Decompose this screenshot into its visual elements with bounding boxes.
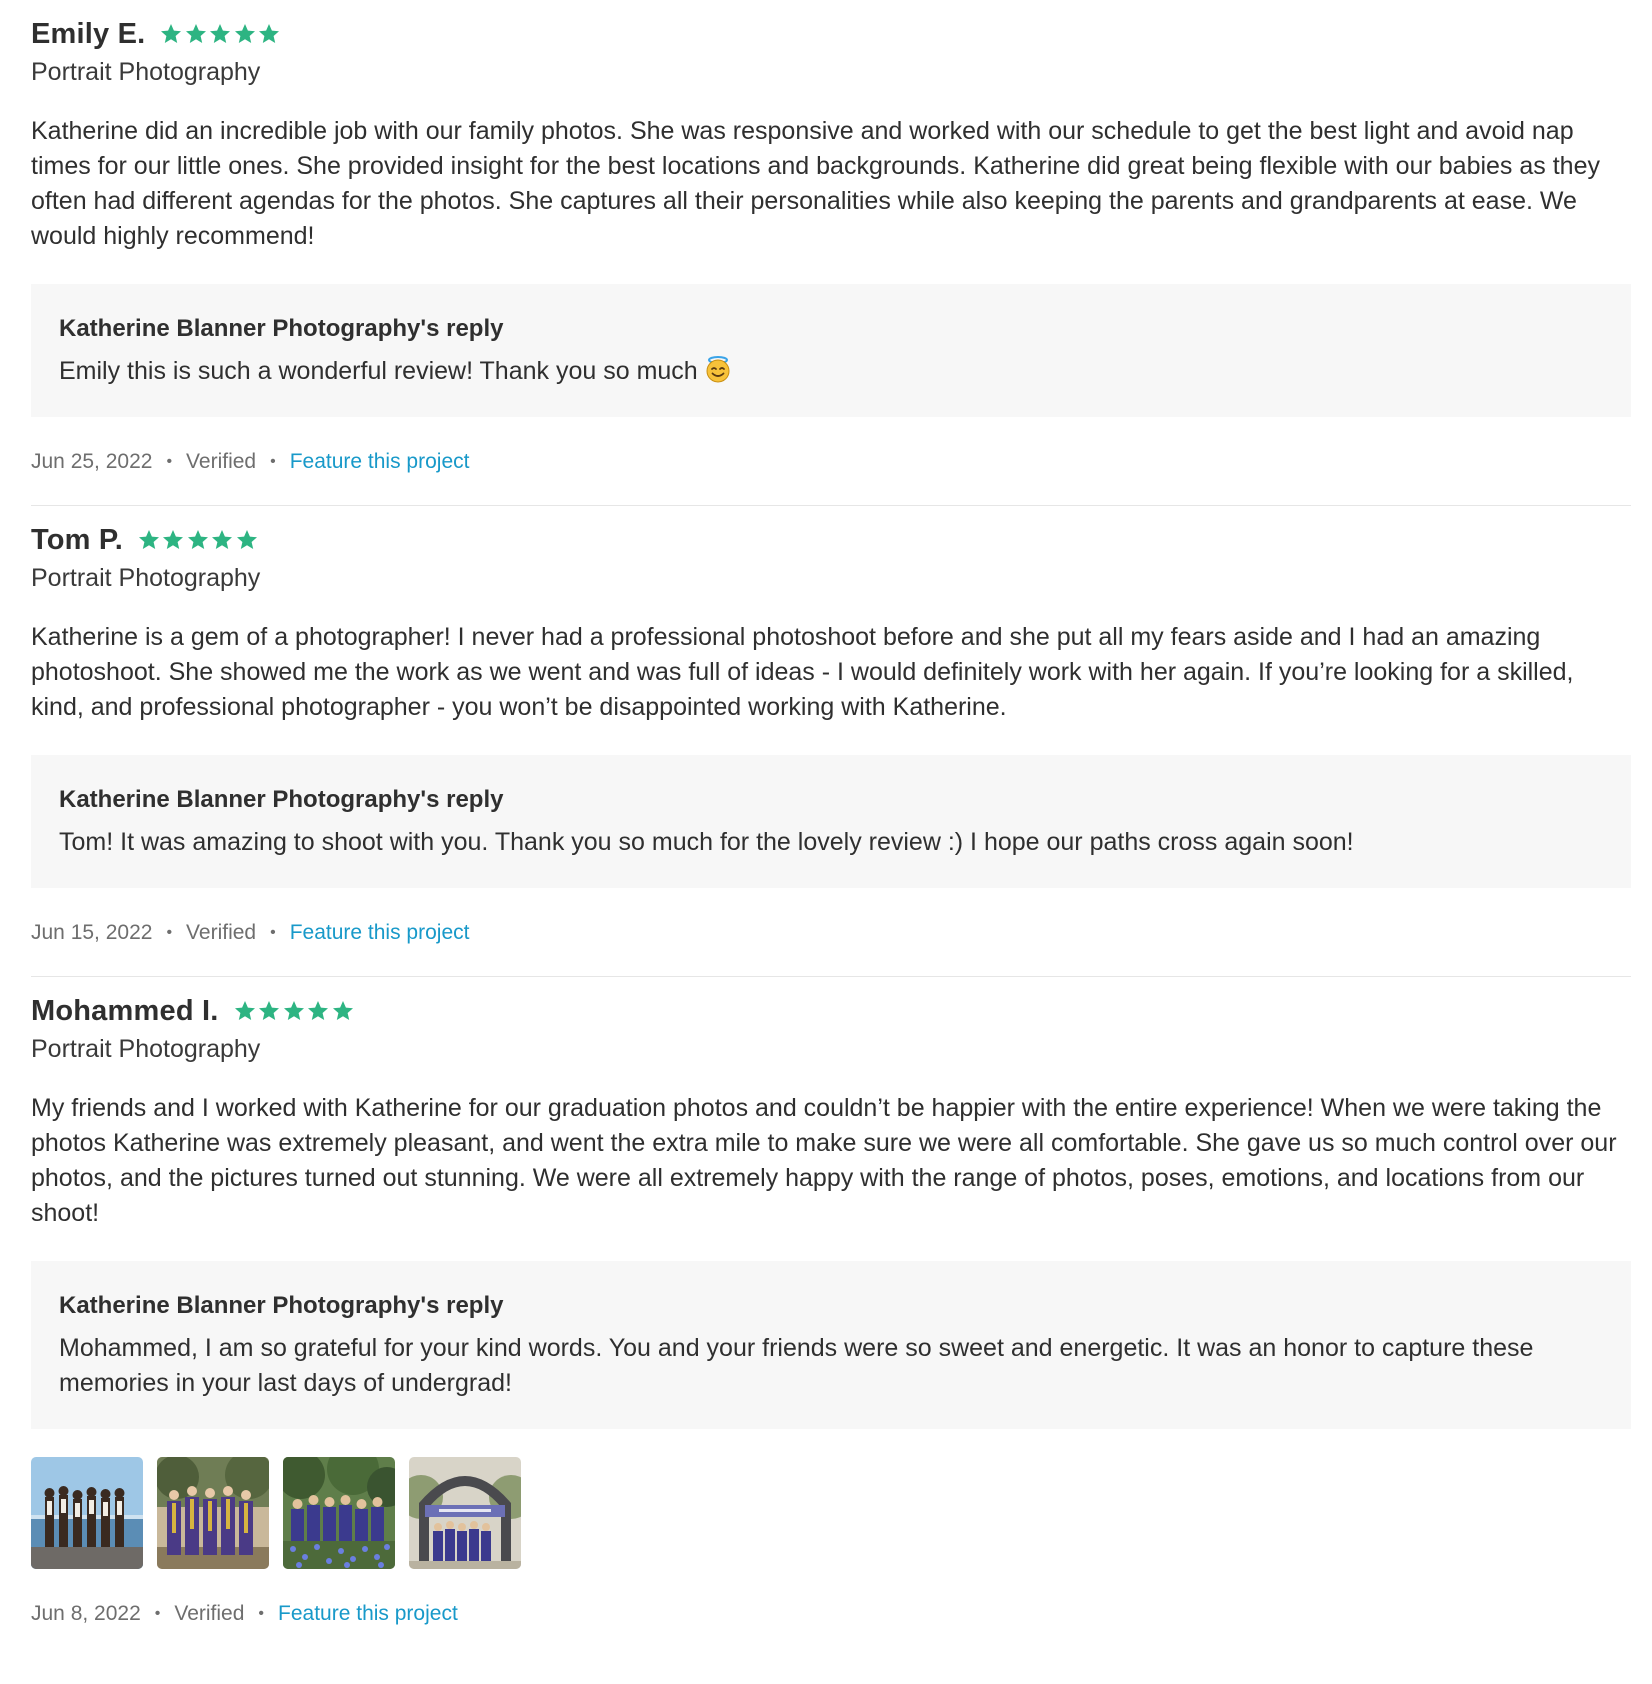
star-icon (331, 999, 355, 1023)
review-photos (31, 1457, 1631, 1569)
reviewer-name: Emily E. (31, 17, 146, 50)
separator-dot: • (166, 453, 173, 470)
star-icon (233, 999, 257, 1023)
review-text: Katherine is a gem of a photographer! I … (31, 623, 1574, 721)
review-date: Jun 15, 2022 (31, 921, 153, 944)
reply-title: Katherine Blanner Photography's reply (59, 315, 504, 342)
star-icon (257, 999, 281, 1023)
feature-project-link[interactable]: Feature this project (290, 921, 470, 945)
star-icon (137, 528, 161, 552)
group-by-lake-photo[interactable] (31, 1457, 143, 1569)
reply-title: Katherine Blanner Photography's reply (59, 1292, 504, 1319)
star-icon (306, 999, 330, 1023)
star-icon (257, 22, 281, 46)
reviews-list: Emily E. Portrait Photography Katherine … (31, 0, 1631, 1657)
separator-dot: • (270, 924, 276, 941)
verified-label: Verified (186, 921, 257, 944)
reviewer-name: Tom P. (31, 523, 123, 556)
star-icon (233, 22, 257, 46)
review-header: Emily E. (31, 16, 1631, 52)
star-icon (186, 528, 210, 552)
review-header: Tom P. (31, 522, 1631, 558)
reply-text: Emily this is such a wonderful review! T… (59, 357, 698, 385)
verified-label: Verified (174, 1602, 245, 1625)
star-icon (208, 22, 232, 46)
review-meta: Jun 15, 2022 • Verified • Feature this p… (31, 918, 1631, 948)
review-date: Jun 25, 2022 (31, 450, 153, 473)
review-meta: Jun 8, 2022 • Verified • Feature this pr… (31, 1599, 1631, 1629)
reply-title: Katherine Blanner Photography's reply (59, 786, 504, 813)
review-text: Katherine did an incredible job with our… (31, 117, 1600, 250)
group-in-gowns-photo[interactable] (157, 1457, 269, 1569)
reply-text: Tom! It was amazing to shoot with you. T… (59, 828, 1354, 856)
business-reply: Katherine Blanner Photography's reply To… (31, 755, 1631, 888)
feature-project-link[interactable]: Feature this project (278, 1602, 458, 1626)
review-header: Mohammed I. (31, 993, 1631, 1029)
service-type: Portrait Photography (31, 1035, 261, 1063)
reply-text-container: Emily this is such a wonderful review! T… (59, 354, 1603, 389)
review-card: Mohammed I. Portrait Photography My frie… (31, 977, 1631, 1629)
star-icon (184, 22, 208, 46)
review-card: Tom P. Portrait Photography Katherine is… (31, 506, 1631, 977)
feature-project-link[interactable]: Feature this project (290, 450, 470, 474)
star-icon (159, 22, 183, 46)
separator-dot: • (154, 1605, 161, 1622)
verified-label: Verified (186, 450, 257, 473)
star-rating (137, 528, 260, 552)
group-in-garden-photo[interactable] (283, 1457, 395, 1569)
star-icon (161, 528, 185, 552)
star-icon (282, 999, 306, 1023)
star-icon (235, 528, 259, 552)
business-reply: Katherine Blanner Photography's reply Mo… (31, 1261, 1631, 1429)
reply-text: Mohammed, I am so grateful for your kind… (59, 1334, 1534, 1397)
group-under-arch-photo[interactable] (409, 1457, 521, 1569)
separator-dot: • (270, 453, 276, 470)
star-rating (159, 22, 282, 46)
smiling-face-with-halo-icon (704, 355, 732, 383)
review-date: Jun 8, 2022 (31, 1602, 141, 1625)
separator-dot: • (258, 1605, 265, 1622)
service-type: Portrait Photography (31, 58, 261, 86)
reviewer-name: Mohammed I. (31, 994, 219, 1027)
review-meta: Jun 25, 2022 • Verified • Feature this p… (31, 447, 1631, 477)
separator-dot: • (166, 924, 173, 941)
review-text: My friends and I worked with Katherine f… (31, 1094, 1617, 1227)
review-card: Emily E. Portrait Photography Katherine … (31, 0, 1631, 506)
star-icon (210, 528, 234, 552)
star-rating (233, 999, 356, 1023)
service-type: Portrait Photography (31, 564, 261, 592)
business-reply: Katherine Blanner Photography's reply Em… (31, 284, 1631, 417)
